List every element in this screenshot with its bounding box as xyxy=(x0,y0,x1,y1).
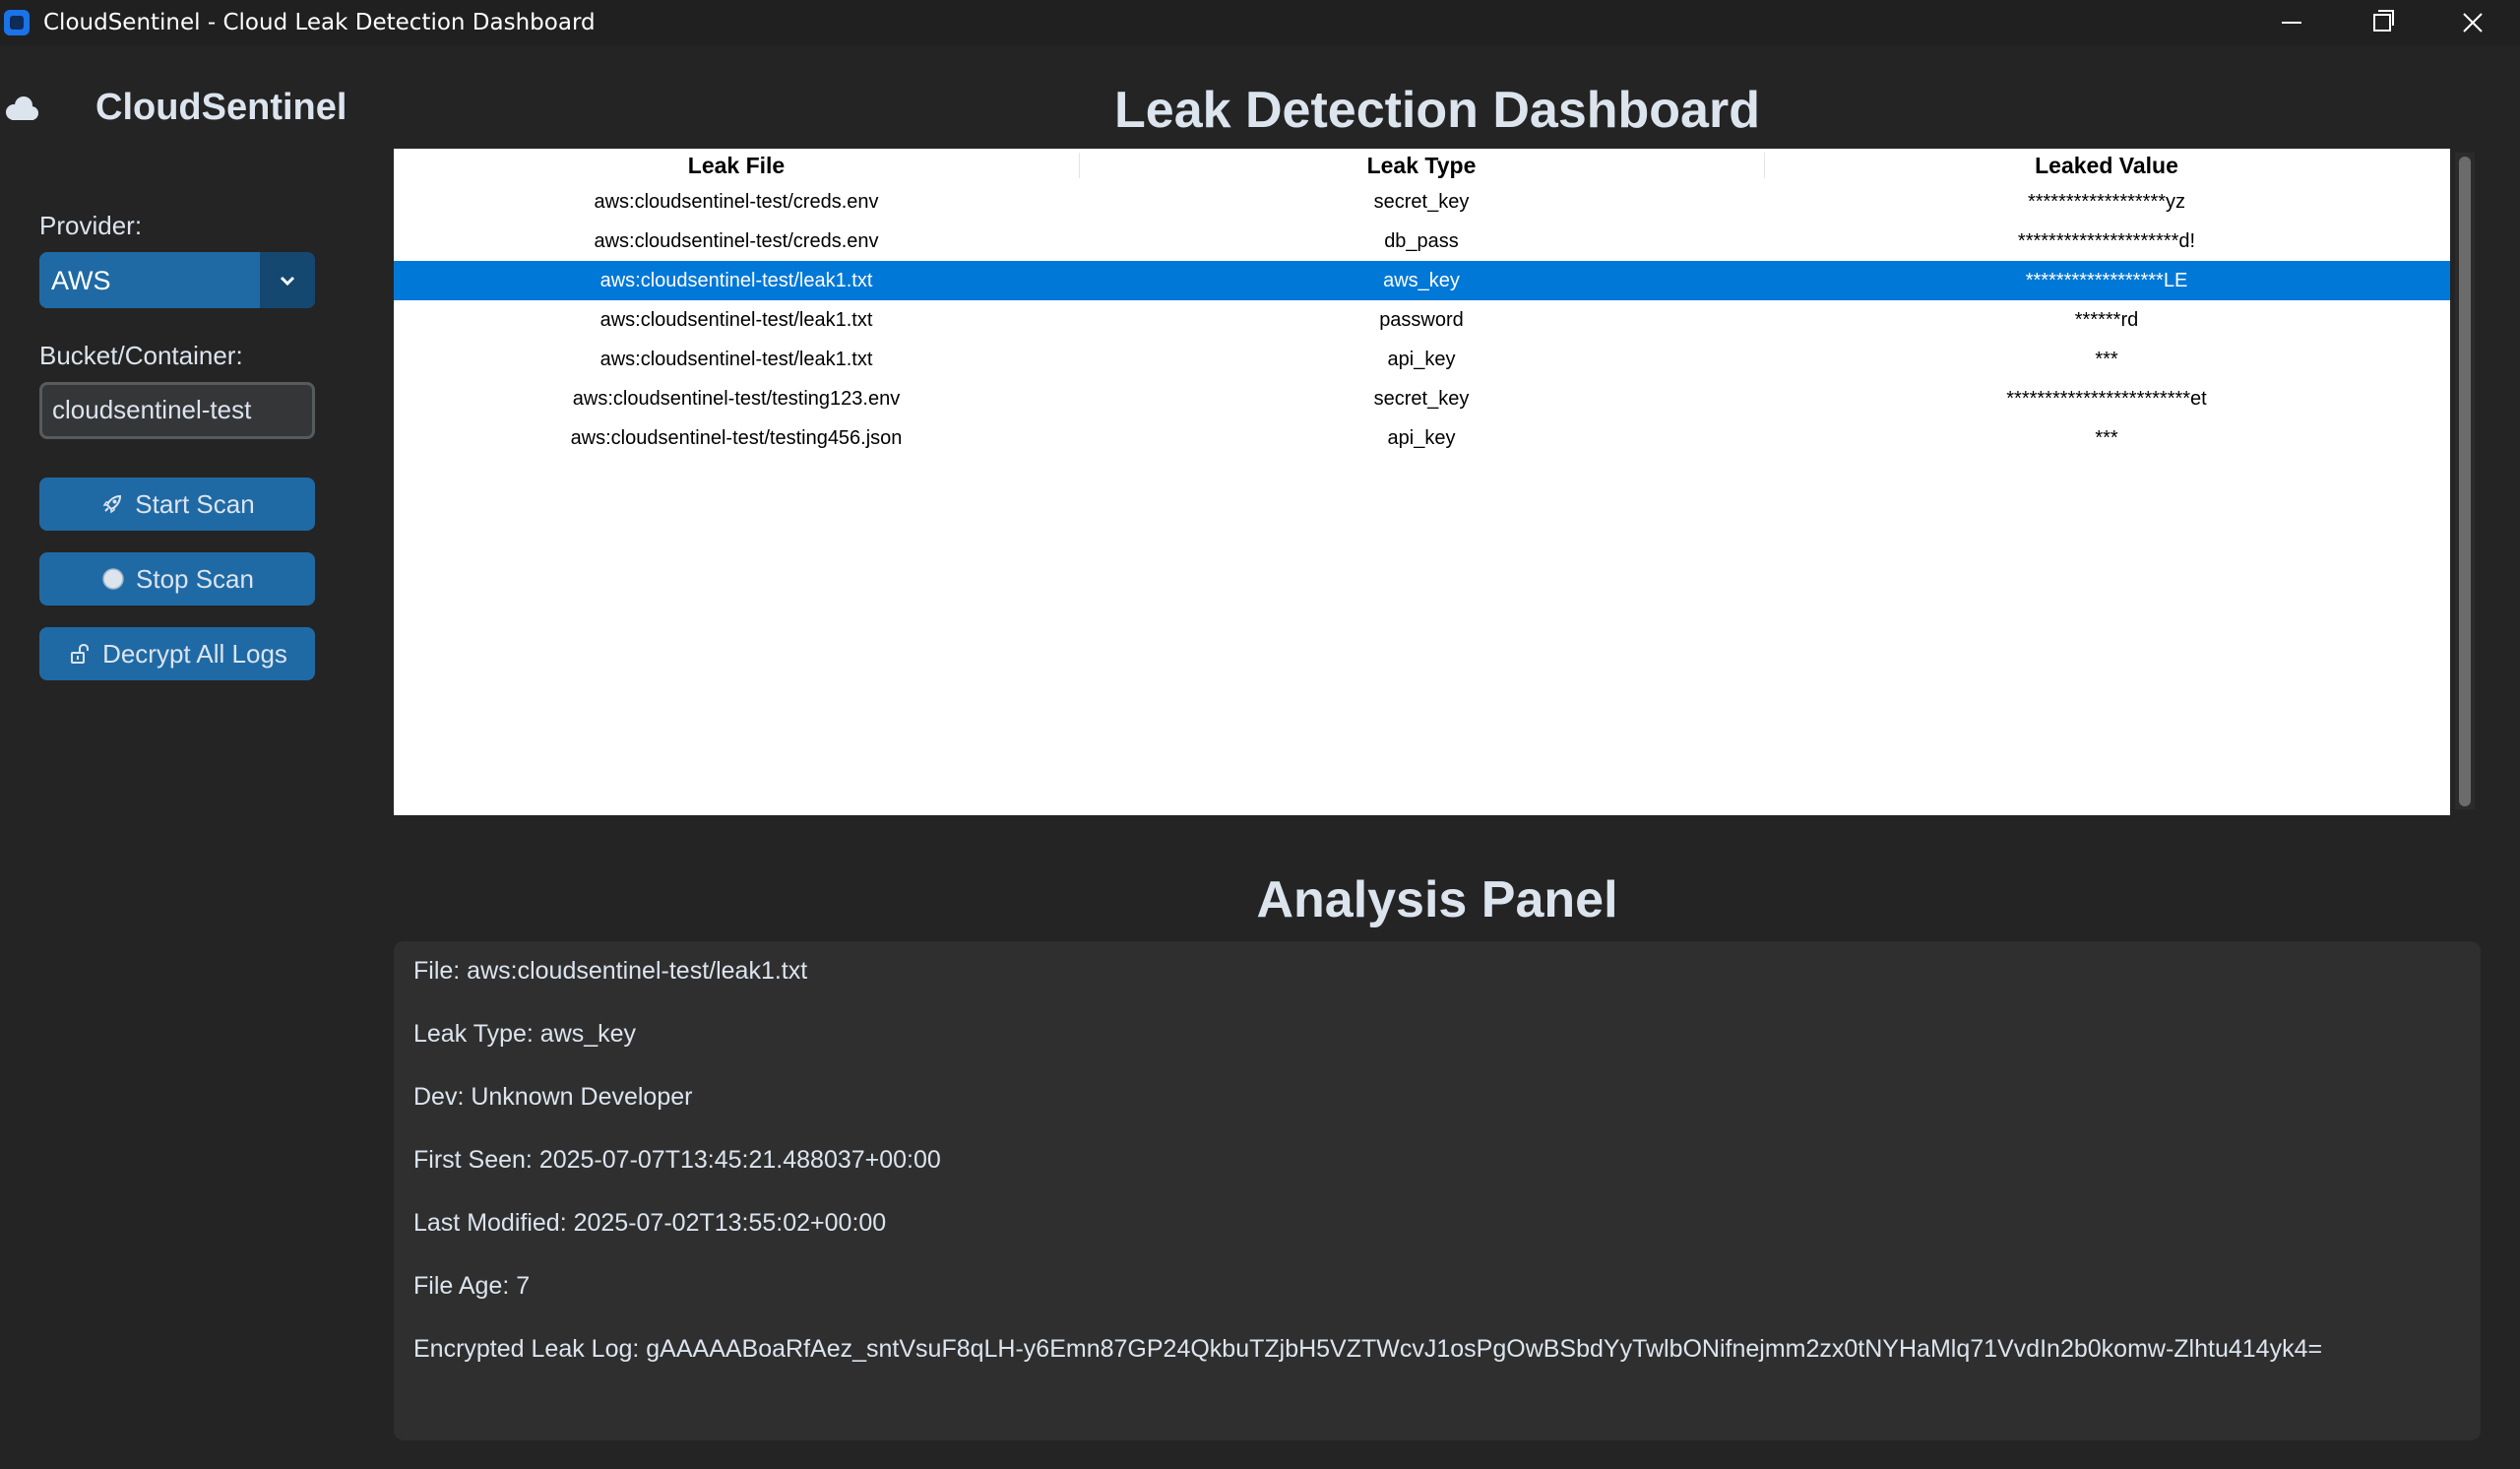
minimize-icon xyxy=(2282,22,2301,24)
provider-label: Provider: xyxy=(39,211,143,240)
cell-leaked-value: *********************d! xyxy=(2017,229,2196,252)
bucket-field[interactable] xyxy=(39,382,315,439)
stop-scan-label: Stop Scan xyxy=(136,563,254,594)
provider-selected-value: AWS xyxy=(51,266,111,295)
start-scan-label: Start Scan xyxy=(135,488,255,519)
analysis-first-seen: First Seen: 2025-07-07T13:45:21.488037+0… xyxy=(413,1146,941,1174)
cell-leaked-value: ************************et xyxy=(2006,387,2207,410)
analysis-file: File: aws:cloudsentinel-test/leak1.txt xyxy=(413,957,808,985)
window-title: CloudSentinel - Cloud Leak Detection Das… xyxy=(43,10,596,35)
analysis-leak-type: Leak Type: aws_key xyxy=(413,1020,637,1048)
cell-leak-file: aws:cloudsentinel-test/leak1.txt xyxy=(599,348,873,370)
start-scan-button[interactable]: Start Scan xyxy=(39,478,315,531)
table-row[interactable]: aws:cloudsentinel-test/testing123.env se… xyxy=(394,379,2450,418)
app-icon xyxy=(4,10,30,35)
cell-leak-type: secret_key xyxy=(1373,387,1470,410)
bucket-label: Bucket/Container: xyxy=(39,341,243,370)
column-header-leaked-value[interactable]: Leaked Value xyxy=(1764,149,2449,182)
cell-leak-file: aws:cloudsentinel-test/leak1.txt xyxy=(599,269,873,291)
analysis-encrypted-log: Encrypted Leak Log: gAAAAABoaRfAez_sntVs… xyxy=(413,1335,2323,1363)
table-row[interactable]: aws:cloudsentinel-test/creds.env secret_… xyxy=(394,182,2450,222)
leaks-table[interactable]: Leak File Leak Type Leaked Value aws:clo… xyxy=(394,149,2450,815)
cell-leak-type: aws_key xyxy=(1383,269,1460,291)
rocket-icon xyxy=(99,491,125,517)
table-scrollbar[interactable] xyxy=(2455,153,2475,809)
cell-leak-file: aws:cloudsentinel-test/creds.env xyxy=(594,229,879,252)
dashboard-title: Leak Detection Dashboard xyxy=(1114,82,1760,139)
column-header-leak-file[interactable]: Leak File xyxy=(394,149,1079,182)
table-row[interactable]: aws:cloudsentinel-test/testing456.json a… xyxy=(394,418,2450,458)
title-bar: CloudSentinel - Cloud Leak Detection Das… xyxy=(0,0,2520,45)
close-icon xyxy=(2463,13,2483,32)
cell-leaked-value: ******************LE xyxy=(2025,269,2188,291)
brand-title: CloudSentinel xyxy=(95,87,347,128)
analysis-title: Analysis Panel xyxy=(1256,871,1618,928)
scrollbar-thumb[interactable] xyxy=(2459,157,2471,806)
cell-leak-file: aws:cloudsentinel-test/testing456.json xyxy=(570,426,903,449)
cell-leak-file: aws:cloudsentinel-test/leak1.txt xyxy=(599,308,873,331)
analysis-last-modified: Last Modified: 2025-07-02T13:55:02+00:00 xyxy=(413,1209,887,1237)
cell-leak-type: secret_key xyxy=(1373,190,1470,213)
decrypt-logs-button[interactable]: Decrypt All Logs xyxy=(39,627,315,680)
cell-leaked-value: ******rd xyxy=(2074,308,2139,331)
analysis-panel: File: aws:cloudsentinel-test/leak1.txt L… xyxy=(394,941,2481,1440)
restore-icon xyxy=(2373,10,2394,32)
cell-leak-file: aws:cloudsentinel-test/testing123.env xyxy=(572,387,901,410)
table-row[interactable]: aws:cloudsentinel-test/leak1.txt passwor… xyxy=(394,300,2450,340)
stop-scan-button[interactable]: Stop Scan xyxy=(39,552,315,606)
stop-circle-icon xyxy=(100,566,126,592)
column-header-leak-type[interactable]: Leak Type xyxy=(1079,149,1764,182)
cell-leak-type: api_key xyxy=(1387,426,1456,449)
decrypt-logs-label: Decrypt All Logs xyxy=(102,638,287,669)
unlock-icon xyxy=(67,641,93,667)
table-row[interactable]: aws:cloudsentinel-test/creds.env db_pass… xyxy=(394,222,2450,261)
cell-leaked-value: *** xyxy=(2095,348,2118,370)
analysis-file-age: File Age: 7 xyxy=(413,1272,531,1300)
close-button[interactable] xyxy=(2427,0,2518,45)
cell-leak-type: password xyxy=(1379,308,1464,331)
cell-leak-type: api_key xyxy=(1387,348,1456,370)
app-window: CloudSentinel - Cloud Leak Detection Das… xyxy=(0,0,2520,1469)
table-header: Leak File Leak Type Leaked Value xyxy=(394,149,2450,182)
table-row[interactable]: aws:cloudsentinel-test/leak1.txt api_key… xyxy=(394,340,2450,379)
analysis-dev: Dev: Unknown Developer xyxy=(413,1083,693,1111)
provider-select[interactable]: AWS xyxy=(39,252,315,308)
cloud-icon xyxy=(6,96,38,120)
chevron-down-icon xyxy=(280,276,295,286)
provider-dropdown-button[interactable] xyxy=(260,252,315,308)
cell-leak-file: aws:cloudsentinel-test/creds.env xyxy=(594,190,879,213)
minimize-button[interactable] xyxy=(2246,0,2337,45)
cell-leak-type: db_pass xyxy=(1384,229,1459,252)
table-row[interactable]: aws:cloudsentinel-test/leak1.txt aws_key… xyxy=(394,261,2450,300)
cell-leaked-value: *** xyxy=(2095,426,2118,449)
bucket-input[interactable] xyxy=(52,393,298,426)
maximize-button[interactable] xyxy=(2337,0,2427,45)
cell-leaked-value: ******************yz xyxy=(2027,190,2186,213)
